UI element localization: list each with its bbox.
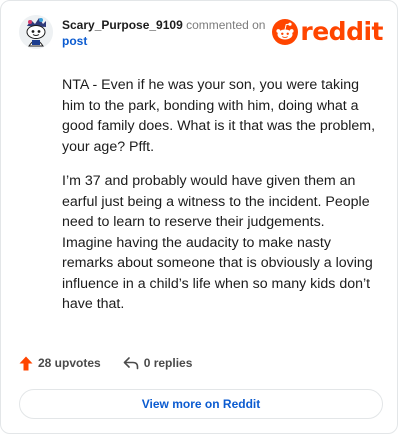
comment-embed-card: Scary_Purpose_9109 commented on post red… (0, 0, 398, 434)
comment-footer: 28 upvotes 0 replies (19, 353, 192, 373)
username-link[interactable]: Scary_Purpose_9109 (62, 18, 183, 32)
post-link[interactable]: post (62, 34, 87, 48)
comment-paragraph: I’m 37 and probably would have given the… (62, 173, 373, 312)
reddit-wordmark: reddit (300, 17, 383, 46)
reddit-logo[interactable]: reddit (272, 18, 383, 46)
avatar[interactable] (19, 15, 53, 49)
replies-button[interactable]: 0 replies (123, 356, 193, 370)
view-more-button[interactable]: View more on Reddit (19, 389, 383, 419)
reddit-logo-icon (272, 19, 299, 45)
comment-body: NTA - Even if he was your son, you were … (62, 75, 378, 329)
comment-paragraph: NTA - Even if he was your son, you were … (62, 77, 376, 155)
comment-meta: Scary_Purpose_9109 commented on post (62, 17, 282, 49)
snoo-avatar-icon (19, 15, 53, 49)
commented-on-text: commented on (186, 18, 266, 32)
upvote-arrow-icon (19, 356, 33, 370)
upvotes-button[interactable]: 28 upvotes (19, 356, 101, 371)
reply-arrow-icon (123, 357, 139, 370)
upvotes-count: 28 upvotes (38, 356, 101, 370)
replies-count: 0 replies (143, 356, 193, 370)
comment-header: Scary_Purpose_9109 commented on post red… (19, 15, 385, 55)
